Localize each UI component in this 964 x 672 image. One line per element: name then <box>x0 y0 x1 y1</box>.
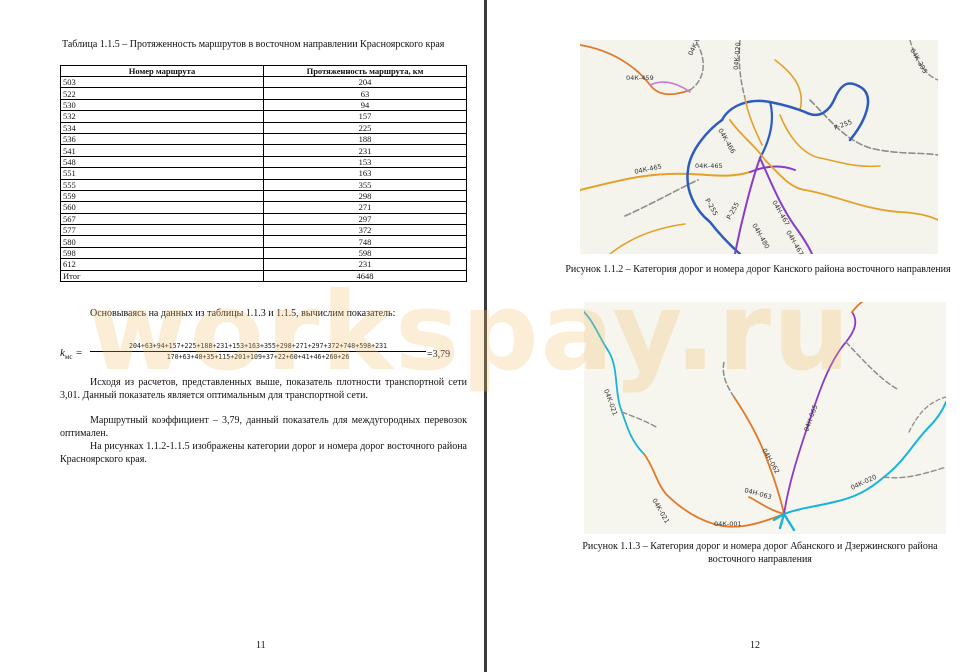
route-length-cell: 204 <box>263 75 467 89</box>
route-number-cell: 522 <box>60 87 264 100</box>
figures-paragraph: На рисунках 1.1.2-1.1.5 изображены катег… <box>60 441 467 465</box>
route-number-cell: 577 <box>60 224 264 237</box>
route-number-cell: 541 <box>60 144 264 157</box>
table-row: 577 372 <box>60 224 467 237</box>
route-length-cell: 297 <box>263 212 467 226</box>
route-length-cell: 157 <box>263 110 467 123</box>
table-row: 567 297 <box>60 212 467 226</box>
map1-label-p255: Р-255 <box>725 201 741 221</box>
map1-label-p255-south: Р-255 <box>703 197 719 217</box>
route-number-cell: 532 <box>60 110 264 123</box>
table-row: 530 94 <box>60 98 467 112</box>
table-header-row: Номер маршрута Протяженность маршрута, к… <box>60 65 467 77</box>
table-caption: Таблица 1.1.5 – Протяженность маршрутов … <box>62 39 445 50</box>
route-length-cell: 63 <box>263 87 467 100</box>
map1-label-04n467: 04Н-467 <box>770 199 791 227</box>
route-length-cell: 231 <box>263 258 467 271</box>
map1-label-04n480: 04Н-480 <box>750 222 771 250</box>
page-number-left: 11 <box>256 640 266 651</box>
map2-label-04n063: 04Н-063 <box>743 486 772 501</box>
route-length-cell: 153 <box>263 155 467 169</box>
kansky-road-map: 04К-459 04К-021 04К-020 04К-395 Р-255 04… <box>580 40 938 254</box>
table-row: 598 598 <box>60 246 467 260</box>
route-length-cell: 748 <box>263 235 467 248</box>
map1-label-p255-east: Р-255 <box>833 118 853 132</box>
route-number-cell: 548 <box>60 155 264 169</box>
route-number-cell: 536 <box>60 132 264 146</box>
table-row: 580 748 <box>60 235 467 248</box>
map1-label-04k459: 04К-459 <box>626 74 654 82</box>
route-length-cell: 355 <box>263 178 467 191</box>
route-number-cell: 560 <box>60 201 264 214</box>
route-number-cell: 567 <box>60 212 264 226</box>
route-number-cell: 534 <box>60 121 264 134</box>
route-number-cell: 555 <box>60 178 264 191</box>
page-number-right: 12 <box>750 640 760 651</box>
route-length-cell: 372 <box>263 224 467 237</box>
table-row: 612 231 <box>60 258 467 271</box>
map2-label-04k021-south: 04К-021 <box>650 497 671 525</box>
kansky-road-map-graphic: 04К-459 04К-021 04К-020 04К-395 Р-255 04… <box>580 40 938 254</box>
route-number-cell: 559 <box>60 189 264 203</box>
table-row: 560 271 <box>60 201 467 214</box>
table-row: 536 188 <box>60 132 467 146</box>
route-length-cell: 298 <box>263 189 467 203</box>
route-length-cell: 94 <box>263 98 467 112</box>
map1-label-04k021: 04К-021 <box>687 40 706 57</box>
route-length-cell: 225 <box>263 121 467 134</box>
route-number-cell: 503 <box>60 75 264 89</box>
route-length-cell: 271 <box>263 201 467 214</box>
header-route-number: Номер маршрута <box>60 65 264 77</box>
table-row: 532 157 <box>60 110 467 123</box>
map1-label-04k466: 04К-466 <box>716 127 737 155</box>
route-length-cell: 163 <box>263 167 467 180</box>
header-route-length: Протяженность маршрута, км <box>263 65 467 77</box>
map2-label-04k001: 04К-001 <box>714 520 742 528</box>
route-number-cell: 551 <box>60 167 264 180</box>
route-number-cell: 530 <box>60 98 264 112</box>
map1-label-04k465: 04К-465 <box>695 162 723 170</box>
route-number-cell: 598 <box>60 246 264 260</box>
table-row: 555 355 <box>60 178 467 191</box>
table-row: 534 225 <box>60 121 467 134</box>
figure-1-1-3-caption: Рисунок 1.1.3 – Категория дорог и номера… <box>582 541 938 565</box>
map2-label-04n065: 04Н-065 <box>802 404 819 433</box>
routes-table: Номер маршрута Протяженность маршрута, к… <box>60 65 467 283</box>
table-row: 522 63 <box>60 87 467 100</box>
map1-label-04n467-south: 04Н-467 <box>784 229 805 254</box>
route-length-cell: 188 <box>263 132 467 146</box>
map2-label-04k020: 04К-020 <box>849 473 877 492</box>
route-number-cell: 612 <box>60 258 264 271</box>
route-number-cell: 580 <box>60 235 264 248</box>
table-row: 503 204 <box>60 75 467 89</box>
map1-label-04k020: 04К-020 <box>732 42 742 70</box>
formula-symbol: kмс = <box>60 347 83 362</box>
table-row: 541 231 <box>60 144 467 157</box>
table-row: 559 298 <box>60 189 467 203</box>
coefficient-paragraph: Маршрутный коэффициент – 3,79, данный по… <box>60 415 467 439</box>
route-length-cell: 598 <box>263 246 467 260</box>
map1-label-04k395: 04К-395 <box>908 47 929 75</box>
watermark: workspay.ru <box>88 270 852 395</box>
table-row: 551 163 <box>60 167 467 180</box>
table-row: 548 153 <box>60 155 467 169</box>
route-length-cell: 231 <box>263 144 467 157</box>
